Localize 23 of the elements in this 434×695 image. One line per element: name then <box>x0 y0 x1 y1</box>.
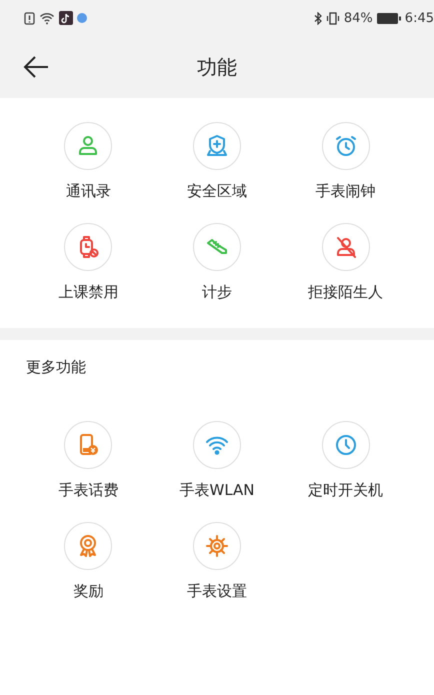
app-icon <box>59 11 73 25</box>
feature-button[interactable]: 安全区域 <box>152 122 282 201</box>
battery-icon <box>376 12 401 24</box>
back-arrow-icon <box>22 55 50 79</box>
page-title: 功能 <box>197 54 237 80</box>
feature-button[interactable]: 通讯录 <box>24 122 153 201</box>
feature-button[interactable]: 奖励 <box>24 522 153 601</box>
feature-button[interactable]: 定时开关机 <box>281 421 410 500</box>
alert-icon <box>24 12 35 24</box>
feature-button[interactable]: 拒接陌生人 <box>281 223 410 302</box>
wifi-icon <box>39 12 55 24</box>
battery-percent: 84% <box>344 10 373 26</box>
time: 6:45 <box>404 10 434 26</box>
feature-button[interactable]: 手表WLAN <box>152 421 282 500</box>
vibrate-icon <box>326 12 340 24</box>
app-icon <box>77 13 87 23</box>
feature-button[interactable]: 计步 <box>152 223 282 302</box>
feature-button[interactable]: 手表话费 <box>24 421 153 500</box>
feature-button[interactable]: 手表设置 <box>152 522 282 601</box>
bluetooth-icon <box>314 12 322 24</box>
feature-button[interactable]: 上课禁用 <box>24 223 153 302</box>
section-title: 更多功能 <box>25 357 87 378</box>
feature-button[interactable]: 手表闹钟 <box>281 122 410 201</box>
